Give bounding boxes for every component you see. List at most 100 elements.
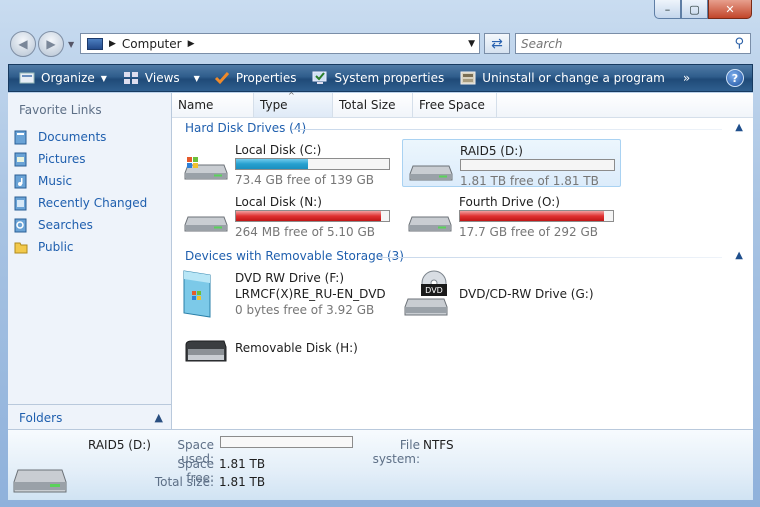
drive-item[interactable]: Fourth Drive (O:) 17.7 GB free of 292 GB	[402, 191, 619, 239]
drive-free-space: 264 MB free of 5.10 GB	[235, 225, 376, 239]
drive-free-space: 1.81 TB free of 1.81 TB	[460, 174, 599, 188]
column-header-free-space[interactable]: Free Space	[413, 93, 497, 117]
drive-name: DVD RW Drive (F:)	[235, 271, 345, 285]
column-header-total-size[interactable]: Total Size	[333, 93, 413, 117]
forward-arrow-icon: ▶	[46, 37, 56, 51]
chevron-up-icon: ▲	[154, 411, 163, 424]
drive-volume-label: LRMCF(X)RE_RU-EN_DVD	[235, 287, 386, 301]
recent-pages-dropdown[interactable]: ▼	[68, 40, 74, 49]
documents-icon	[14, 130, 27, 144]
sidebar-item-recently-changed[interactable]: Recently Changed	[14, 192, 147, 214]
searches-icon	[14, 218, 27, 232]
drive-item[interactable]: Local Disk (C:) 73.4 GB free of 139 GB	[178, 139, 400, 187]
sidebar-item-searches[interactable]: Searches	[14, 214, 147, 236]
drive-name: Removable Disk (H:)	[235, 341, 358, 355]
folders-toggle[interactable]: Folders ▲	[8, 404, 171, 430]
dvd-drive-icon: DVD	[404, 270, 448, 316]
maximize-button[interactable]: ▢	[681, 0, 708, 19]
sidebar-item-documents[interactable]: Documents	[14, 126, 147, 148]
navigation-pane: Favorite Links Documents Pictures Music …	[8, 93, 172, 429]
group-header-removable[interactable]: Devices with Removable Storage (3)	[185, 249, 404, 263]
uninstall-program-button[interactable]: Uninstall or change a program	[458, 67, 667, 89]
drive-usage-fill	[460, 211, 604, 221]
drive-item[interactable]: DVD RW Drive (F:) LRMCF(X)RE_RU-EN_DVD 0…	[178, 267, 400, 321]
column-header-row: Name ^ Type Total Size Free Space	[172, 91, 753, 118]
drive-name: DVD/CD-RW Drive (G:)	[459, 287, 594, 301]
file-system-value: NTFS	[423, 438, 454, 452]
sidebar-item-public[interactable]: Public	[14, 236, 147, 258]
sidebar-item-label: Searches	[38, 218, 93, 232]
file-system-label: File system:	[372, 438, 420, 466]
views-icon	[123, 72, 138, 84]
breadcrumb-computer[interactable]: Computer	[122, 37, 182, 51]
drive-item[interactable]: Local Disk (N:) 264 MB free of 5.10 GB	[178, 191, 400, 239]
drive-item-selected[interactable]: RAID5 (D:) 1.81 TB free of 1.81 TB	[402, 139, 621, 188]
navigation-bar: ◀ ▶ ▼ ▶ Computer ▶ ▼ ⇄ ⚲	[8, 28, 753, 60]
drive-name: Local Disk (N:)	[235, 195, 322, 209]
refresh-icon: ⇄	[491, 35, 503, 52]
properties-button[interactable]: Properties	[212, 67, 299, 89]
drive-free-space: 73.4 GB free of 139 GB	[235, 173, 374, 187]
more-commands-button[interactable]: »	[681, 67, 692, 89]
system-properties-button[interactable]: System properties	[310, 67, 446, 89]
close-button[interactable]: ✕	[708, 0, 752, 19]
drive-usage-fill	[236, 211, 382, 221]
group-divider	[380, 257, 722, 258]
hard-drive-icon	[13, 469, 67, 493]
column-header-name[interactable]: Name	[172, 93, 254, 117]
drive-item[interactable]: Removable Disk (H:)	[178, 331, 400, 377]
views-button[interactable]: Views ▼	[121, 67, 202, 89]
uninstall-label: Uninstall or change a program	[482, 71, 665, 85]
chevron-down-icon: ▼	[193, 73, 200, 83]
sort-ascending-icon: ^	[288, 91, 295, 100]
search-input[interactable]	[521, 36, 711, 51]
views-label: Views	[144, 71, 180, 85]
forward-button[interactable]: ▶	[38, 31, 64, 57]
collapse-group-icon[interactable]: ▲	[735, 250, 743, 261]
public-folder-icon	[14, 242, 28, 253]
column-header-type[interactable]: ^ Type	[254, 91, 333, 117]
system-properties-icon	[312, 71, 327, 84]
total-size-label: Total size:	[154, 475, 214, 489]
sidebar-item-music[interactable]: Music	[14, 170, 147, 192]
chevron-down-icon: ▼	[100, 73, 107, 83]
folders-label: Folders	[19, 410, 63, 425]
removable-disk-icon	[185, 340, 227, 362]
search-box: ⚲	[515, 33, 751, 54]
content-pane: Name ^ Type Total Size Free Space Hard D…	[172, 91, 753, 429]
recently-changed-icon	[14, 196, 27, 210]
search-icon[interactable]: ⚲	[734, 36, 744, 51]
system-properties-label: System properties	[334, 71, 445, 85]
group-divider	[292, 129, 722, 130]
explorer-window: – ▢ ✕ ◀ ▶ ▼ ▶ Computer ▶ ▼ ⇄ ⚲ Organize	[0, 0, 760, 507]
drive-name: RAID5 (D:)	[460, 144, 523, 158]
computer-icon	[87, 37, 103, 50]
collapse-group-icon[interactable]: ▲	[735, 122, 743, 133]
dvd-badge-text: DVD	[425, 286, 443, 295]
group-header-hard-disks[interactable]: Hard Disk Drives (4)	[185, 121, 306, 135]
music-icon	[14, 174, 27, 188]
total-size-value: 1.81 TB	[219, 475, 266, 489]
sidebar-item-label: Music	[38, 174, 73, 188]
checkmark-icon	[214, 72, 229, 85]
refresh-button[interactable]: ⇄	[484, 33, 510, 54]
drive-free-space: 17.7 GB free of 292 GB	[459, 225, 598, 239]
windows-drive-icon	[184, 157, 228, 180]
breadcrumb-arrow-icon[interactable]: ▶	[188, 39, 195, 49]
sidebar-item-pictures[interactable]: Pictures	[14, 148, 147, 170]
sidebar-item-label: Recently Changed	[38, 196, 148, 210]
back-button[interactable]: ◀	[10, 31, 36, 57]
drive-name: Fourth Drive (O:)	[459, 195, 560, 209]
drive-usage-bar	[460, 159, 615, 171]
minimize-button[interactable]: –	[654, 0, 681, 19]
breadcrumb-arrow-icon[interactable]: ▶	[109, 39, 116, 49]
help-button[interactable]: ?	[726, 69, 744, 87]
address-bar[interactable]: ▶ Computer ▶ ▼	[80, 33, 480, 54]
organize-button[interactable]: Organize ▼	[17, 67, 109, 89]
drive-item[interactable]: DVD DVD/CD-RW Drive (G:)	[402, 267, 619, 321]
favorite-links-list: Documents Pictures Music Recently Change…	[14, 126, 147, 258]
drive-usage-fill	[236, 159, 308, 169]
details-pane: RAID5 (D:) Space used: File system: NTFS…	[8, 429, 753, 500]
address-dropdown-icon[interactable]: ▼	[468, 39, 475, 49]
hard-drive-icon	[184, 216, 228, 232]
